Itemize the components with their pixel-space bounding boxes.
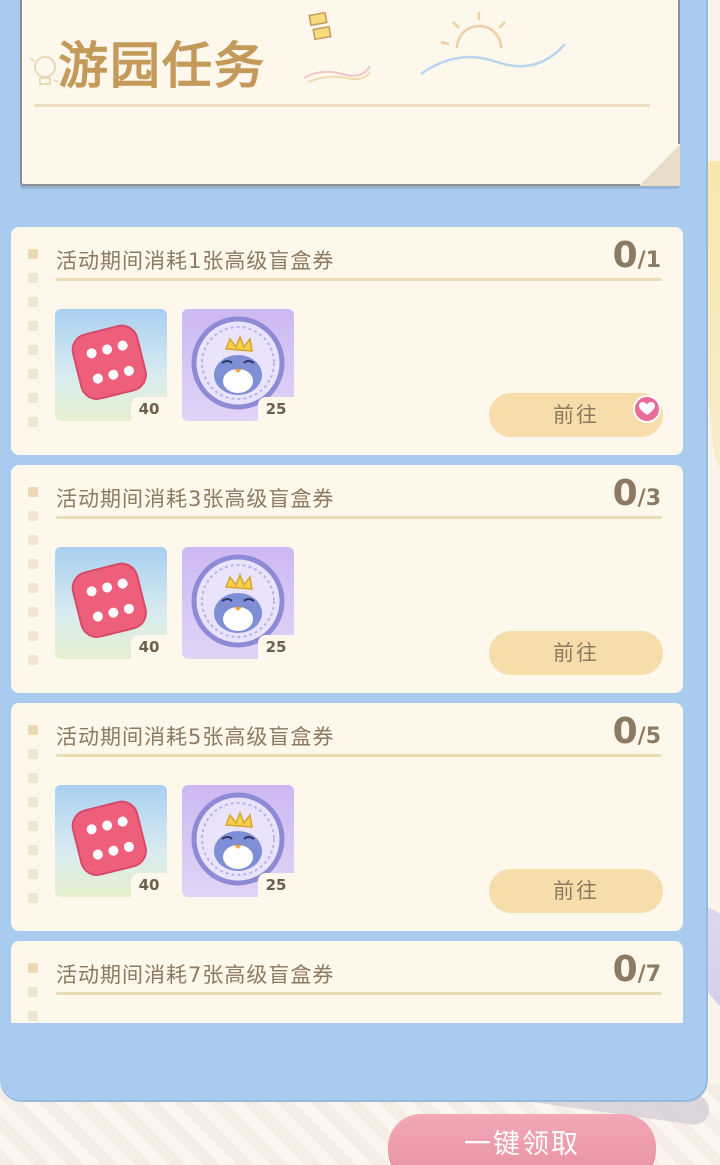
go-button[interactable]: 前往: [489, 869, 663, 913]
reward-penguin-coin[interactable]: 25: [182, 309, 294, 421]
task-progress: 0/7: [612, 949, 661, 990]
task-progress: 0/1: [612, 235, 661, 276]
task-card: 活动期间消耗5张高级盲盒券 0/5 40 25 前往: [11, 703, 683, 931]
flag-icon: [308, 11, 332, 41]
task-divider: [56, 278, 662, 281]
notebook-dots: [28, 963, 40, 1035]
task-title: 活动期间消耗7张高级盲盒券: [56, 963, 335, 987]
notebook-dots: [28, 725, 40, 917]
reward-dice[interactable]: 40: [55, 785, 167, 897]
header-note: 游园任务: [20, 0, 680, 186]
paper-fold: [640, 144, 680, 186]
task-divider: [56, 754, 662, 757]
reward-count: 40: [131, 873, 167, 897]
reward-dice[interactable]: 40: [55, 547, 167, 659]
reward-count: 40: [131, 635, 167, 659]
task-title: 活动期间消耗3张高级盲盒券: [56, 487, 335, 511]
reward-count: 25: [258, 873, 294, 897]
task-progress: 0/3: [612, 473, 661, 514]
reward-count: 25: [258, 635, 294, 659]
go-button[interactable]: 前往: [489, 631, 663, 675]
task-card: 活动期间消耗7张高级盲盒券 0/7: [11, 941, 683, 1023]
reward-penguin-coin[interactable]: 25: [182, 785, 294, 897]
reward-count: 40: [131, 397, 167, 421]
task-title: 活动期间消耗5张高级盲盒券: [56, 725, 335, 749]
notebook-dots: [28, 249, 40, 441]
heart-icon: [633, 395, 661, 423]
sun-icon: [420, 12, 566, 76]
task-progress: 0/5: [612, 711, 661, 752]
task-card: 活动期间消耗3张高级盲盒券 0/3 40 25 前往: [11, 465, 683, 693]
claim-all-button[interactable]: 一键领取: [388, 1114, 656, 1165]
lightbulb-icon: [29, 56, 59, 85]
page-title: 游园任务: [58, 37, 266, 95]
task-card: 活动期间消耗1张高级盲盒券 0/1 40 25 前往: [11, 227, 683, 455]
task-divider: [56, 992, 662, 995]
reward-penguin-coin[interactable]: 25: [182, 547, 294, 659]
notebook-dots: [28, 487, 40, 679]
task-title: 活动期间消耗1张高级盲盒券: [56, 249, 335, 273]
wave-decoration: [303, 65, 371, 83]
reward-dice[interactable]: 40: [55, 309, 167, 421]
reward-count: 25: [258, 397, 294, 421]
task-divider: [56, 516, 662, 519]
header-divider: [34, 104, 650, 107]
